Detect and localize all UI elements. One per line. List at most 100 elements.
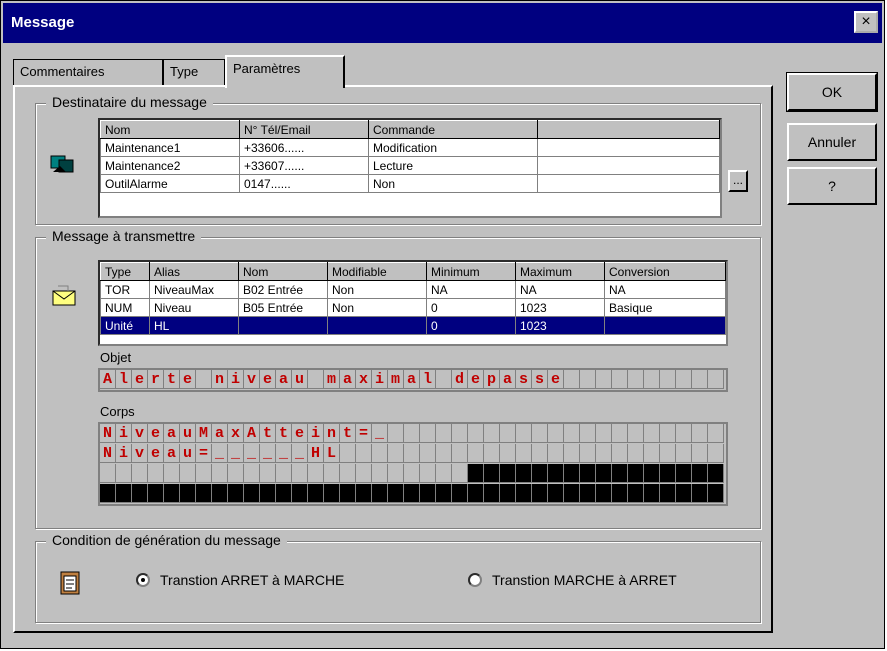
table-cell[interactable]: OutilAlarme [100,174,240,193]
lcd-cell [340,444,356,463]
lcd-cell [628,444,644,463]
lcd-cell [628,484,644,503]
cancel-button[interactable]: Annuler [787,123,877,161]
table-cell[interactable]: HL [149,316,239,335]
radio-dot-checked[interactable] [136,573,150,587]
lcd-cell: e [148,444,164,463]
lcd-cell [388,444,404,463]
table-cell[interactable]: +33606...... [239,138,369,157]
table-cell[interactable]: NiveauMax [149,280,239,299]
table-cell[interactable]: NA [604,280,726,299]
close-button[interactable]: × [854,11,878,33]
body-display[interactable]: Ni v e a u Ma x At t e i n t = _ Ni v e a u = _ _ _ _ _ _ H L [98,422,728,506]
column-header[interactable]: Conversion [604,262,726,281]
lcd-cell: _ [228,444,244,463]
lcd-cell [596,424,612,443]
lcd-cell [404,484,420,503]
envelope-icon [52,285,76,306]
table-cell[interactable] [537,138,720,157]
lcd-cell [660,464,676,483]
lcd-cell: A [100,370,116,389]
table-cell[interactable]: Lecture [368,156,538,175]
table-cell[interactable]: Modification [368,138,538,157]
lcd-cell [260,484,276,503]
lcd-cell [500,484,516,503]
object-row: Alerteniveaumaximaldepasse [100,370,726,390]
lcd-cell [596,484,612,503]
table-cell[interactable] [537,174,720,193]
lcd-cell: m [388,370,404,389]
lcd-cell: _ [372,424,388,443]
table-cell[interactable]: 1023 [515,298,605,317]
table-cell[interactable]: Basique [604,298,726,317]
column-header[interactable]: Modifiable [327,262,427,281]
table-cell[interactable]: Maintenance2 [100,156,240,175]
recipients-group: Destinataire du message Nom N° Tél/Email… [35,94,761,225]
ok-button[interactable]: OK [786,72,878,112]
lcd-cell: a [340,370,356,389]
table-row-selected[interactable]: Unité HL 0 1023 [100,316,726,335]
lcd-cell [404,464,420,483]
tab-commentaires[interactable]: Commentaires [13,59,163,87]
table-cell[interactable]: B02 Entrée [238,280,328,299]
lcd-cell [644,424,660,443]
table-row[interactable]: Maintenance2 +33607...... Lecture [100,156,720,175]
table-cell[interactable] [238,316,328,335]
lcd-cell [404,444,420,463]
radio-marche-arret[interactable]: Transtion MARCHE à ARRET [468,572,677,588]
lcd-cell [180,484,196,503]
table-cell[interactable] [327,316,427,335]
lcd-cell [532,464,548,483]
table-row[interactable]: Maintenance1 +33606...... Modification [100,138,720,157]
column-header[interactable]: Nom [238,262,328,281]
table-row[interactable]: OutilAlarme 0147...... Non [100,174,720,193]
table-cell[interactable]: 0 [426,298,516,317]
radio-dot[interactable] [468,573,482,587]
table-cell[interactable] [604,316,726,335]
lcd-cell [356,444,372,463]
lcd-cell: s [516,370,532,389]
object-display[interactable]: Alerteniveaumaximaldepasse [98,368,728,392]
table-cell[interactable]: Unité [100,316,150,335]
table-row[interactable]: TOR NiveauMax B02 Entrée Non NA NA NA [100,280,726,299]
table-cell[interactable]: 0147...... [239,174,369,193]
lcd-cell [452,464,468,483]
column-header[interactable]: Commande [368,120,538,139]
help-button[interactable]: ? [787,167,877,205]
table-cell[interactable]: NA [515,280,605,299]
column-header[interactable]: N° Tél/Email [239,120,369,139]
table-cell[interactable]: 1023 [515,316,605,335]
table-cell[interactable]: Niveau [149,298,239,317]
tab-type[interactable]: Type [163,59,225,87]
browse-button[interactable]: ... [728,170,748,192]
lcd-cell [532,424,548,443]
column-header[interactable] [537,120,720,139]
table-cell[interactable]: 0 [426,316,516,335]
column-header[interactable]: Type [100,262,150,281]
table-cell[interactable]: B05 Entrée [238,298,328,317]
column-header[interactable]: Alias [149,262,239,281]
table-cell[interactable]: Non [327,280,427,299]
table-cell[interactable]: Maintenance1 [100,138,240,157]
lcd-cell: x [228,424,244,443]
table-cell[interactable]: Non [327,298,427,317]
lcd-cell: L [324,444,340,463]
lcd-cell [516,464,532,483]
column-header[interactable]: Nom [100,120,240,139]
table-cell[interactable]: Non [368,174,538,193]
lcd-cell [564,424,580,443]
table-cell[interactable] [537,156,720,175]
lcd-cell [420,424,436,443]
column-header[interactable]: Maximum [515,262,605,281]
table-cell[interactable]: NUM [100,298,150,317]
radio-arret-marche[interactable]: Transtion ARRET à MARCHE [136,572,344,588]
table-cell[interactable]: NA [426,280,516,299]
lcd-cell: n [212,370,228,389]
lcd-cell [548,424,564,443]
lcd-cell [132,464,148,483]
table-cell[interactable]: +33607...... [239,156,369,175]
tab-parametres[interactable]: Paramètres [225,55,345,88]
column-header[interactable]: Minimum [426,262,516,281]
table-cell[interactable]: TOR [100,280,150,299]
table-row[interactable]: NUM Niveau B05 Entrée Non 0 1023 Basique [100,298,726,317]
